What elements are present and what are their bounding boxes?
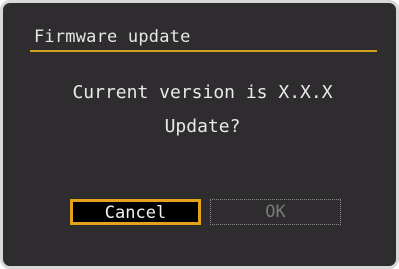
title-underline	[30, 50, 377, 52]
cancel-button[interactable]: Cancel	[70, 199, 201, 225]
dialog-title: Firmware update	[34, 27, 191, 47]
update-prompt: Update?	[164, 116, 241, 137]
camera-lcd-screen: Firmware update Current version is X.X.X…	[0, 0, 399, 269]
ok-button[interactable]: OK	[210, 199, 341, 225]
current-version-message: Current version is X.X.X	[72, 82, 333, 103]
